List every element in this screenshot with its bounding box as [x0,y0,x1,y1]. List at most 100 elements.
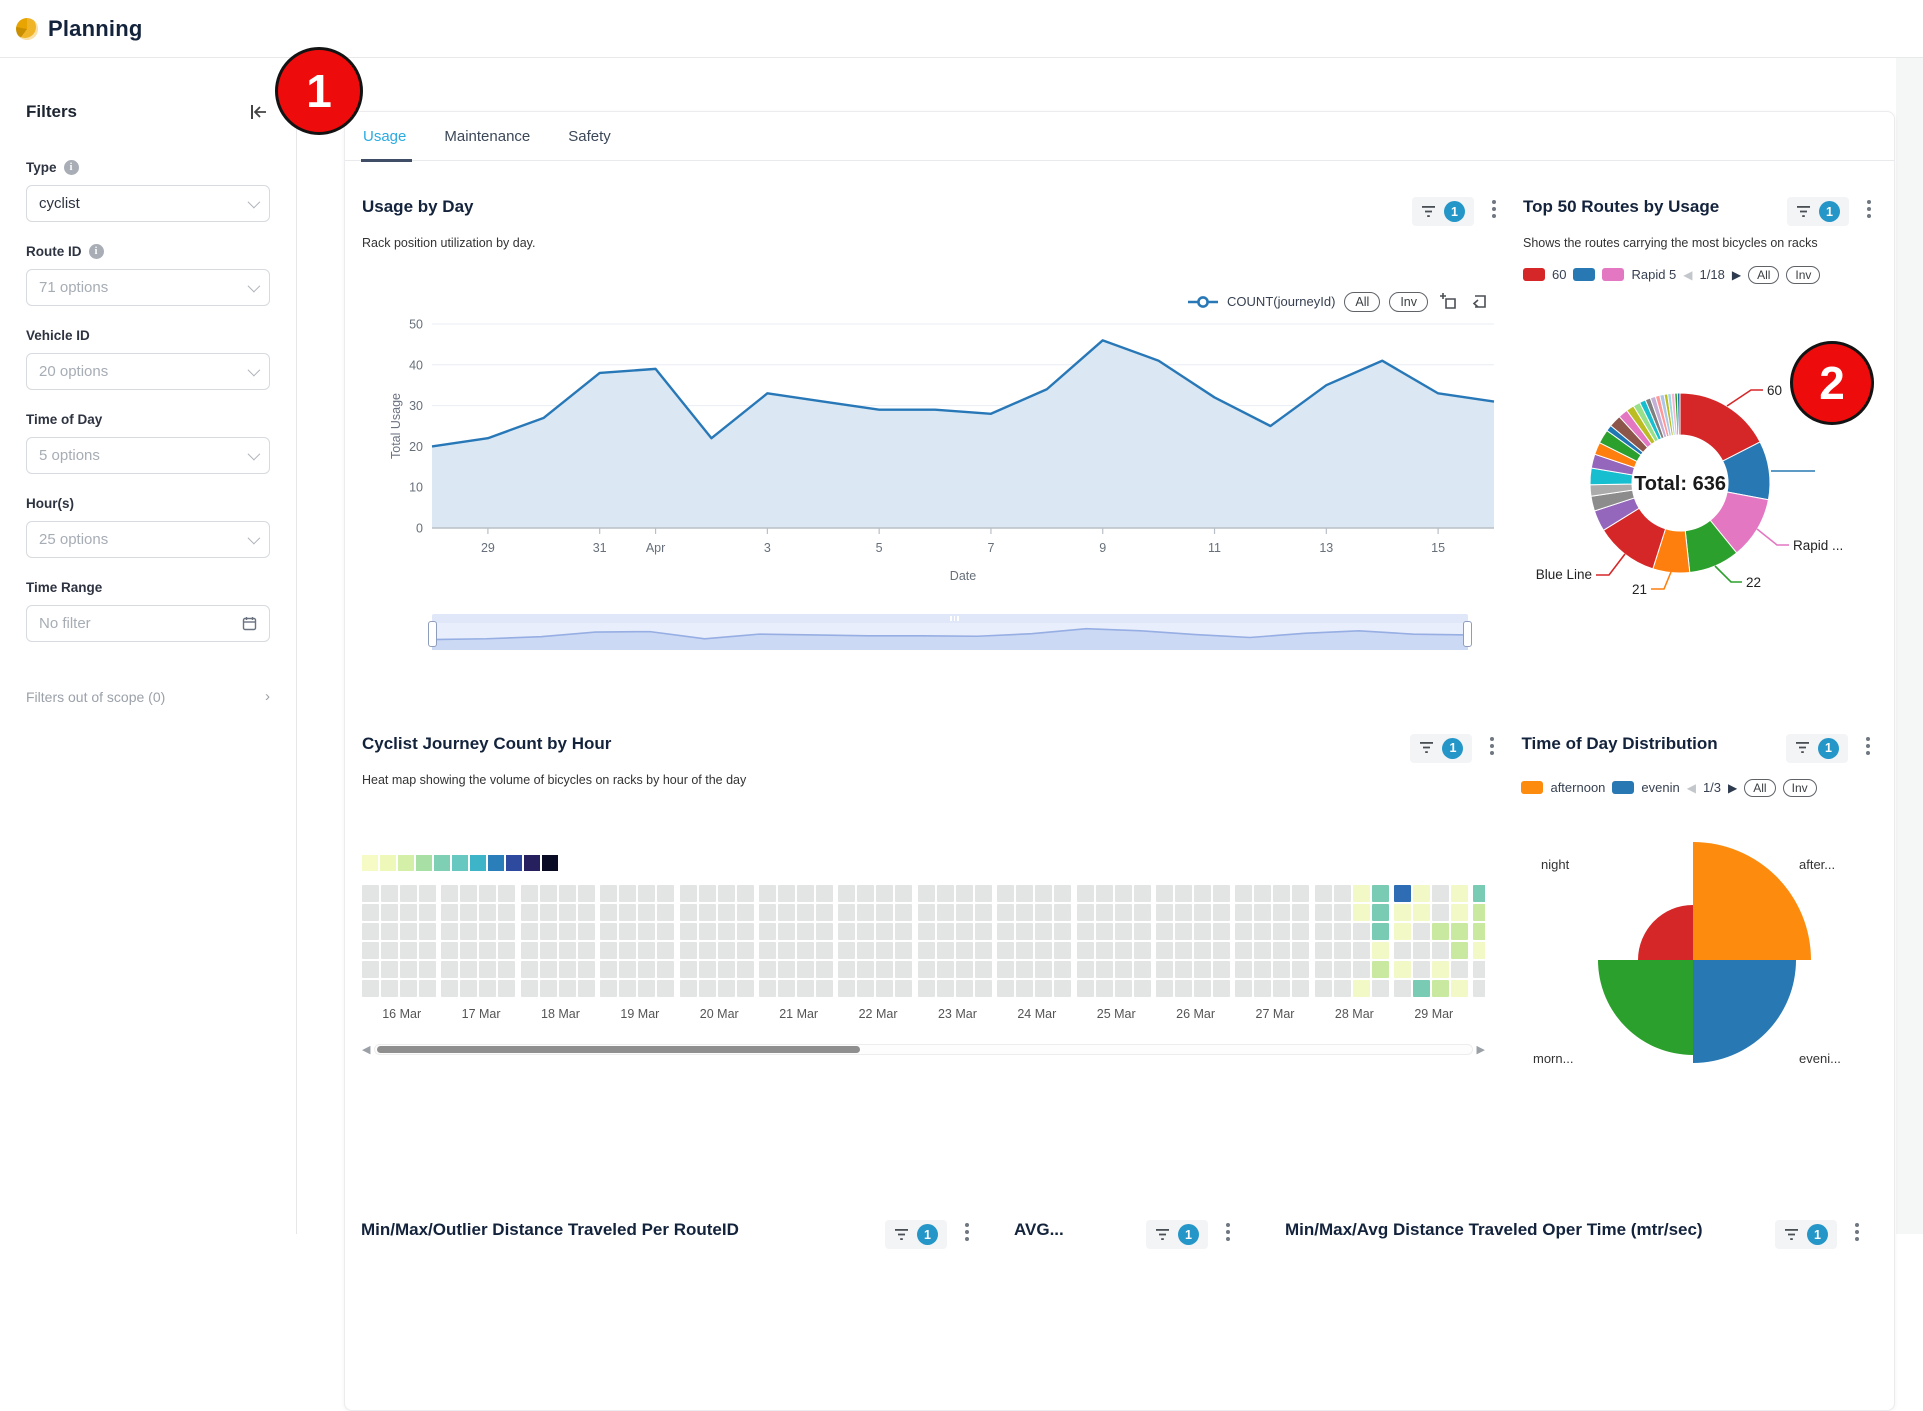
heatmap-cell[interactable] [1273,923,1290,940]
heatmap-cell[interactable] [797,885,814,902]
heatmap-cell[interactable] [759,923,776,940]
heatmap-cell[interactable] [1016,923,1033,940]
heatmap-cell[interactable] [578,942,595,959]
tod-kebab-menu[interactable] [1860,734,1876,755]
heatmap-cell[interactable] [857,923,874,940]
heatmap-cell[interactable] [1413,961,1430,978]
heatmap-cell[interactable] [1372,961,1389,978]
heatmap-cell[interactable] [1213,961,1230,978]
heatmap-cell[interactable] [1175,961,1192,978]
heatmap-cell[interactable] [419,942,436,959]
heatmap-cell[interactable] [1194,942,1211,959]
heatmap-cell[interactable] [838,942,855,959]
heatmap-cell[interactable] [521,942,538,959]
heatmap-cell[interactable] [1315,904,1332,921]
heatmap-cell[interactable] [838,904,855,921]
heatmap-cell[interactable] [1156,942,1173,959]
heatmap-cell[interactable] [680,980,697,997]
heatmap-cell[interactable] [895,904,912,921]
heatmap-cell[interactable] [400,885,417,902]
heatmap-cell[interactable] [559,961,576,978]
heatmap-cell[interactable] [460,942,477,959]
heatmap-cell[interactable] [1254,961,1271,978]
heatmap-cell[interactable] [937,961,954,978]
heatmap-cell[interactable] [797,923,814,940]
heatmap-cell[interactable] [540,885,557,902]
heatmap-cell[interactable] [1334,904,1351,921]
heatmap-cell[interactable] [1473,904,1485,921]
heatmap-cell[interactable] [1054,961,1071,978]
heatmap-cell[interactable] [540,980,557,997]
heatmap-cell[interactable] [1334,980,1351,997]
heatmap-cell[interactable] [1134,961,1151,978]
heatmap-cell[interactable] [559,942,576,959]
heatmap-cell[interactable] [1134,980,1151,997]
heatmap-cell[interactable] [1016,980,1033,997]
heatmap-cell[interactable] [657,942,674,959]
heatmap-cell[interactable] [1115,885,1132,902]
heatmap-cell[interactable] [895,942,912,959]
heatmap-cell[interactable] [1077,885,1094,902]
heatmap-cell[interactable] [1273,961,1290,978]
heatmap-cell[interactable] [778,980,795,997]
heatmap-cell[interactable] [1394,885,1411,902]
heatmap-cell[interactable] [1235,885,1252,902]
heatmap-cell[interactable] [1372,923,1389,940]
heatmap-cell[interactable] [1292,923,1309,940]
heatmap-cell[interactable] [498,961,515,978]
heatmap-cell[interactable] [937,904,954,921]
heatmap-cell[interactable] [1054,885,1071,902]
heatmap-cell[interactable] [1394,942,1411,959]
heatmap-cell[interactable] [1473,961,1485,978]
heatmap-cell[interactable] [1054,942,1071,959]
heatmap-cell[interactable] [816,885,833,902]
heatmap-cell[interactable] [759,980,776,997]
heatmap-cell[interactable] [876,923,893,940]
heatmap-cell[interactable] [956,942,973,959]
heatmap-cell[interactable] [521,980,538,997]
heatmap-cell[interactable] [718,942,735,959]
heatmap-cell[interactable] [400,923,417,940]
heatmap-cell[interactable] [718,980,735,997]
heatmap-cell[interactable] [657,980,674,997]
heatmap-cell[interactable] [1315,942,1332,959]
heatmap-cell[interactable] [1273,885,1290,902]
heatmap-cell[interactable] [419,885,436,902]
heatmap-cell[interactable] [680,904,697,921]
heatmap-cell[interactable] [381,923,398,940]
heatmap-cell[interactable] [918,942,935,959]
heatmap-cell[interactable] [1273,904,1290,921]
heatmap-cell[interactable] [699,961,716,978]
heatmap-cell[interactable] [699,942,716,959]
heatmap-cell[interactable] [997,942,1014,959]
heatmap-cell[interactable] [479,923,496,940]
heatmap-cell[interactable] [362,961,379,978]
heatmap-cell[interactable] [857,885,874,902]
heatmap-filter-chip[interactable]: 1 [1410,734,1472,763]
heatmap-cell[interactable] [857,904,874,921]
heatmap-cell[interactable] [498,942,515,959]
heatmap-cell[interactable] [498,885,515,902]
heatmap-cell[interactable] [975,904,992,921]
heatmap-cell[interactable] [918,961,935,978]
heatmap-cell[interactable] [1315,885,1332,902]
collapse-sidebar-icon[interactable] [248,102,270,122]
heatmap-cell[interactable] [381,942,398,959]
heatmap-cell[interactable] [1054,923,1071,940]
route-id-select[interactable]: 71 options [26,269,270,306]
heatmap-cell[interactable] [1096,885,1113,902]
heatmap-cell[interactable] [1134,904,1151,921]
usage-filter-chip[interactable]: 1 [1412,197,1474,226]
heatmap-cell[interactable] [441,904,458,921]
heatmap-cell[interactable] [699,885,716,902]
heatmap-cell[interactable] [657,885,674,902]
heatmap-cell[interactable] [1254,942,1271,959]
heatmap-cell[interactable] [600,923,617,940]
legend-swatch[interactable] [1521,781,1543,794]
heatmap-cell[interactable] [540,923,557,940]
heatmap-cell[interactable] [1292,961,1309,978]
heatmap-cell[interactable] [1432,904,1449,921]
heatmap-cell[interactable] [362,923,379,940]
heatmap-cell[interactable] [1413,980,1430,997]
heatmap-cell[interactable] [956,961,973,978]
